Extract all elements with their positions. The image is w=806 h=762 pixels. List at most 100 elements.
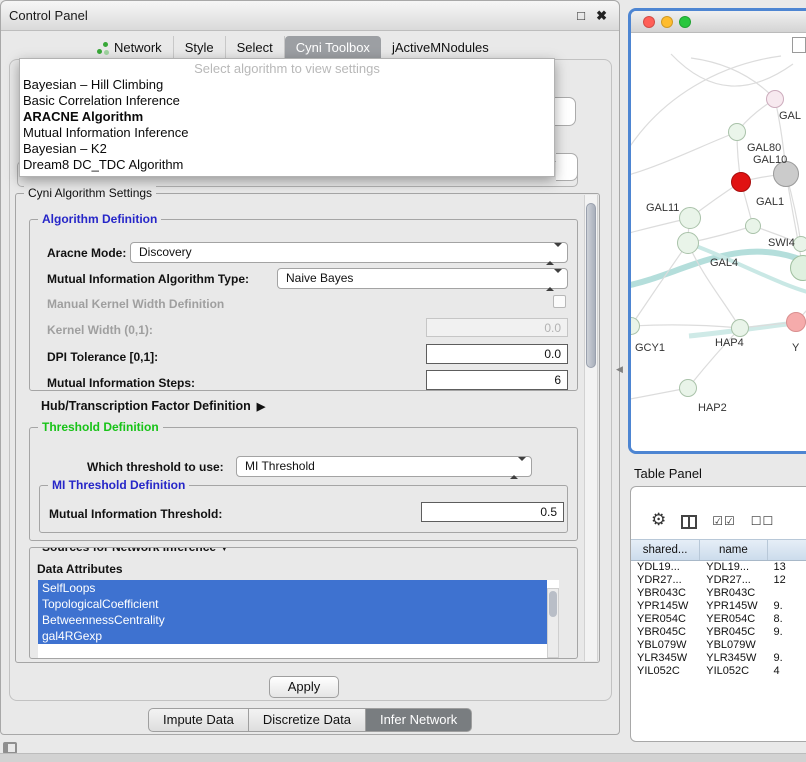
splitter-collapse-icon[interactable]: ◀ — [616, 364, 623, 375]
table-row[interactable]: YDR27...YDR27...12 — [631, 574, 806, 587]
table-row[interactable]: YBR043CYBR043C — [631, 587, 806, 600]
data-attribute-item-selfloops[interactable]: SelfLoops — [38, 580, 547, 596]
table-cell: YER054C — [631, 613, 700, 626]
close-icon[interactable]: ✖ — [596, 1, 607, 31]
deselect-all-icon[interactable]: ☐☐ — [751, 513, 775, 529]
list-scrollbar[interactable] — [547, 588, 559, 658]
bottom-tab-infer-network[interactable]: Infer Network — [366, 708, 472, 732]
network-view-window[interactable]: GALGAL80GAL10GAL11GAL1SWI4GAL4GCY1HAP4YH… — [628, 8, 806, 454]
minimize-light[interactable] — [661, 16, 673, 28]
apply-button[interactable]: Apply — [269, 676, 339, 698]
data-attribute-item-topologicalcoefficient[interactable]: TopologicalCoefficient — [38, 596, 547, 612]
algorithm-option-aracne-algorithm[interactable]: ARACNE Algorithm — [20, 109, 554, 125]
table-cell: 9. — [768, 626, 806, 639]
table-row[interactable]: YLR345WYLR345W9. — [631, 652, 806, 665]
columns-icon[interactable] — [681, 515, 697, 529]
control-panel-titlebar[interactable]: Control Panel □ ✖ — [1, 1, 619, 31]
network-node-mid-green[interactable] — [731, 319, 749, 337]
network-node-pink-right[interactable] — [786, 312, 806, 332]
algorithm-dropdown-list: Select algorithm to view settingsBayesia… — [19, 58, 555, 177]
node-label-swi4: SWI4 — [768, 237, 795, 249]
aracne-mode-select[interactable]: Discovery — [130, 242, 568, 263]
table-cell: YLR345W — [700, 652, 767, 665]
dpi-tolerance-field[interactable]: 0.0 — [426, 344, 568, 364]
manual-kernel-checkbox[interactable] — [553, 295, 566, 308]
table-row[interactable]: YDL19...YDL19...13 — [631, 561, 806, 574]
table-cell — [768, 587, 806, 600]
tab-jactivemnodules[interactable]: jActiveMNodules — [381, 36, 500, 59]
network-node-bottom-green[interactable] — [679, 379, 697, 397]
table-row[interactable]: YBR045CYBR045C9. — [631, 626, 806, 639]
table-row[interactable]: YER054CYER054C8. — [631, 613, 806, 626]
sources-title[interactable]: Sources for Network Inference ▼ — [38, 547, 233, 554]
table-row[interactable]: YBL079WYBL079W — [631, 639, 806, 652]
aracne-mode-label: Aracne Mode: — [47, 246, 126, 260]
select-all-icon[interactable]: ☑☑ — [712, 513, 736, 529]
algorithm-option-bayesian-k2[interactable]: Bayesian – K2 — [20, 141, 554, 157]
table-cell: YBR043C — [631, 587, 700, 600]
mi-threshold-title: MI Threshold Definition — [48, 478, 189, 492]
data-attributes-list[interactable]: SelfLoopsTopologicalCoefficientBetweenne… — [38, 580, 559, 658]
list-scrollbar-thumb[interactable] — [549, 591, 557, 617]
kernel-width-value: 0.0 — [427, 319, 561, 337]
settings-scrollbar[interactable] — [584, 195, 598, 661]
column-header-2[interactable] — [768, 540, 806, 560]
algorithm-option-basic-correlation-inference[interactable]: Basic Correlation Inference — [20, 93, 554, 109]
tab-label: Network — [114, 40, 162, 55]
hub-definition-toggle[interactable]: Hub/Transcription Factor Definition▶ — [41, 399, 265, 413]
table-cell: 9. — [768, 600, 806, 613]
bottom-tab-impute-data[interactable]: Impute Data — [148, 708, 249, 732]
column-header-0[interactable]: shared... — [631, 540, 700, 560]
node-label-gal: GAL — [779, 110, 801, 122]
algorithm-option-mutual-information-inference[interactable]: Mutual Information Inference — [20, 125, 554, 141]
which-threshold-select[interactable]: MI Threshold — [236, 456, 532, 477]
network-node-green-top[interactable] — [728, 123, 746, 141]
table-row[interactable]: YPR145WYPR145W9. — [631, 600, 806, 613]
network-node-pink-top[interactable] — [766, 90, 784, 108]
table-cell: YDR27... — [700, 574, 767, 587]
mi-steps-field[interactable]: 6 — [426, 370, 568, 390]
close-light[interactable] — [643, 16, 655, 28]
data-attributes-label: Data Attributes — [37, 562, 123, 576]
network-node-gal10-red[interactable] — [731, 172, 751, 192]
status-strip — [0, 753, 806, 762]
table-cell: 8. — [768, 613, 806, 626]
network-corner-box[interactable] — [792, 37, 806, 53]
restore-icon[interactable]: □ — [577, 1, 585, 31]
gear-icon[interactable]: ⚙ — [651, 511, 666, 529]
scrollbar-thumb[interactable] — [586, 203, 596, 368]
algorithm-option-bayesian-hill-climbing[interactable]: Bayesian – Hill Climbing — [20, 77, 554, 93]
algorithm-option-dream8-dc-tdc-algorithm[interactable]: Dream8 DC_TDC Algorithm — [20, 157, 554, 173]
data-attribute-item-betweennesscentrality[interactable]: BetweennessCentrality — [38, 612, 547, 628]
table-cell: 4 — [768, 665, 806, 678]
zoom-light[interactable] — [679, 16, 691, 28]
table-body: YDL19...YDL19...13YDR27...YDR27...12YBR0… — [631, 561, 806, 678]
network-node-gal4-green[interactable] — [677, 232, 699, 254]
background-button-fragment — [556, 153, 578, 181]
tab-style[interactable]: Style — [174, 36, 226, 59]
bottom-tabs: Impute DataDiscretize DataInfer Network — [148, 708, 472, 732]
tab-label: Style — [185, 40, 214, 55]
mi-threshold-field[interactable]: 0.5 — [421, 502, 564, 522]
table-cell: YPR145W — [631, 600, 700, 613]
bottom-tab-discretize-data[interactable]: Discretize Data — [249, 708, 366, 732]
node-label-hap4: HAP4 — [715, 337, 744, 349]
aracne-mode-value: Discovery — [139, 243, 567, 262]
network-node-right-small-green[interactable] — [793, 236, 806, 252]
table-row[interactable]: YIL052CYIL052C4 — [631, 665, 806, 678]
mi-type-select[interactable]: Naive Bayes — [277, 268, 568, 289]
data-attribute-item-gal4rgexp[interactable]: gal4RGexp — [38, 628, 547, 644]
tab-select[interactable]: Select — [226, 36, 285, 59]
combo-arrows-icon — [546, 247, 562, 261]
network-canvas[interactable]: GALGAL80GAL10GAL11GAL1SWI4GAL4GCY1HAP4YH… — [631, 34, 806, 451]
tab-network[interactable]: Network — [85, 36, 174, 59]
manual-kernel-label: Manual Kernel Width Definition — [47, 297, 224, 311]
tab-cyni-toolbox[interactable]: Cyni Toolbox — [285, 36, 381, 59]
network-node-gal11-green[interactable] — [679, 207, 701, 229]
column-header-1[interactable]: name — [700, 540, 767, 560]
node-label-gcy1: GCY1 — [635, 342, 665, 354]
network-node-gal1-green[interactable] — [745, 218, 761, 234]
table-cell: YDL19... — [631, 561, 700, 574]
table-panel-window: ⚙ ☑☑ ☐☐ shared...name YDL19...YDL19...13… — [630, 486, 806, 742]
network-titlebar[interactable] — [631, 11, 806, 33]
